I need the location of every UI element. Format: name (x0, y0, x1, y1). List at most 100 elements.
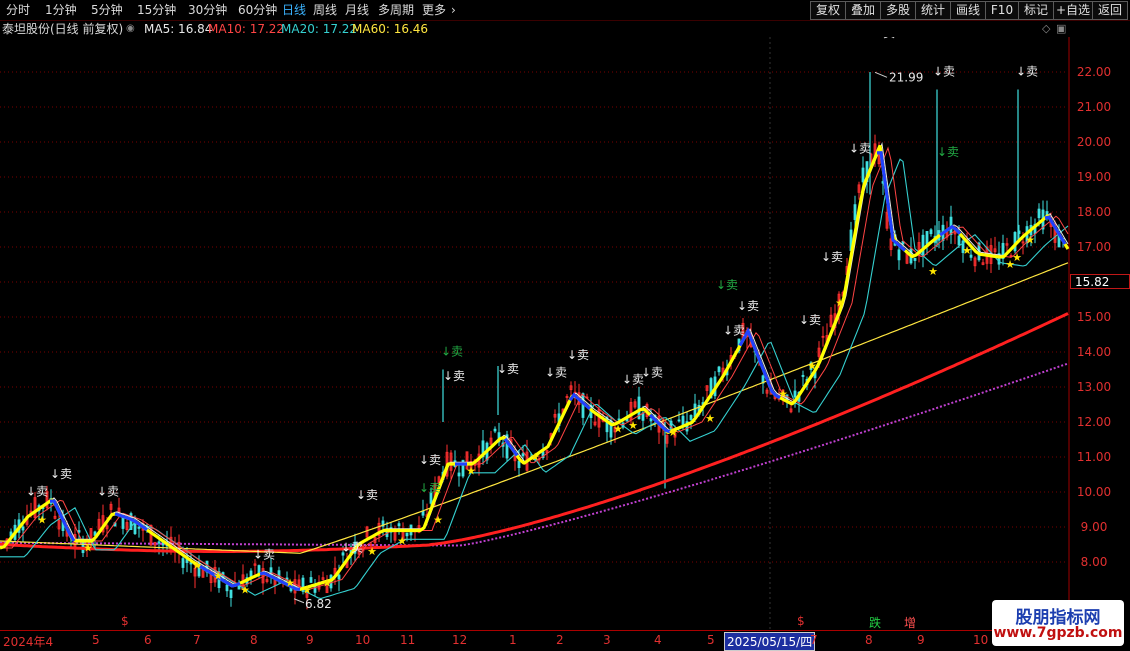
buy-signal-star: ★ (835, 297, 845, 310)
date-label: 11 (400, 633, 416, 647)
candle-body (225, 584, 229, 592)
buy-signal-star: ★ (705, 412, 715, 425)
kline-chart[interactable]: 22.0021.0020.0019.0018.0017.0016.0015.00… (0, 26, 1130, 650)
buy-signal-star: ★ (1012, 251, 1022, 264)
candle-body (21, 526, 25, 531)
kline-svg: 22.0021.0020.0019.0018.0017.0016.0015.00… (0, 26, 1111, 630)
date-axis: 2024年4 5 6 7 8 9 10 11 12 1 2 3 4 5 2025… (0, 630, 1070, 651)
tab-1min[interactable]: 1分钟 (45, 2, 77, 18)
tab-60min[interactable]: 60分钟 (238, 2, 277, 18)
candle-body (1013, 232, 1017, 252)
date-label: 3 (603, 633, 611, 647)
tab-monthly[interactable]: 月线 (345, 2, 369, 18)
candle-body (921, 234, 925, 257)
date-label: 1 (509, 633, 517, 647)
candle-body (137, 526, 141, 529)
candle-body (517, 460, 521, 469)
price-axis-label: 22.00 (1077, 65, 1111, 79)
date-label: 5 (707, 633, 715, 647)
candle-body (157, 541, 161, 544)
candle-body (581, 393, 585, 418)
price-axis-label: 10.00 (1077, 485, 1111, 499)
tab-more[interactable]: 更多 (422, 2, 446, 18)
trend-down-line (876, 151, 907, 252)
ma60-line (0, 262, 1069, 554)
stock-title: 泰坦股份(日线 前复权) (2, 22, 124, 36)
candle-body (181, 558, 185, 568)
candle-body (457, 472, 461, 477)
price-axis-label: 8.00 (1081, 555, 1108, 569)
buy-signal-star: ★ (397, 535, 407, 548)
candle-body (693, 403, 697, 418)
date-label: 8 (250, 633, 258, 647)
high-price-label: 21.99 (889, 70, 923, 84)
candle-body (717, 366, 721, 373)
sell-signal-label: ↓卖 (50, 467, 72, 481)
ma20-label: MA20: 17.22 (281, 22, 358, 36)
sell-signal-label: ↓卖 (799, 313, 821, 327)
dropdown-icon[interactable]: ◉ (126, 21, 135, 37)
buy-signal-star: ★ (433, 514, 443, 527)
date-label: 2024年4 (3, 635, 54, 649)
price-axis-label: 17.00 (1077, 240, 1111, 254)
buy-signal-star: ★ (37, 514, 47, 527)
sell-signal-label: ↓卖 (737, 299, 759, 313)
settings-box-icon[interactable]: ▣ (1056, 21, 1066, 37)
trend-down-line (738, 327, 781, 400)
sell-signal-label: ↓卖 (933, 65, 955, 79)
candle-body (801, 374, 805, 377)
sell-signal-label: ↓卖 (341, 541, 363, 555)
event-down-marker[interactable]: 跌 (869, 614, 881, 631)
period-toolbar: 分时 1分钟 5分钟 15分钟 30分钟 60分钟 日线 周线 月线 多周期 更… (0, 0, 1130, 21)
multi-stock-button[interactable]: 多股 (880, 1, 916, 20)
dividend-marker[interactable]: $ (797, 614, 805, 628)
price-axis-label: 14.00 (1077, 345, 1111, 359)
draw-line-button[interactable]: 画线 (950, 1, 986, 20)
diamond-icon[interactable]: ◇ (1042, 21, 1050, 37)
f10-button[interactable]: F10 (985, 1, 1019, 20)
ma5-label: MA5: 16.84 (144, 22, 213, 36)
tab-multi-period[interactable]: 多周期 (378, 2, 414, 18)
tab-daily[interactable]: 日线 (282, 2, 306, 18)
event-add-marker[interactable]: 增 (904, 614, 916, 631)
tab-30min[interactable]: 30分钟 (188, 2, 227, 18)
chevron-right-icon[interactable]: › (451, 2, 456, 18)
buy-signal-star: ★ (778, 388, 788, 401)
candle-body (913, 257, 917, 261)
candle-body (925, 231, 929, 245)
buy-signal-star: ★ (285, 577, 295, 590)
date-label: 9 (917, 633, 925, 647)
date-label: 10 (355, 633, 371, 647)
trend-down-line (50, 499, 76, 542)
add-favorite-button[interactable]: +自选 (1053, 1, 1093, 20)
buy-signal-star: ★ (962, 244, 972, 257)
candle-body (77, 530, 81, 533)
price-axis-label: 12.00 (1077, 415, 1111, 429)
restore-rights-button[interactable]: 复权 (810, 1, 846, 20)
buy-signal-star: ★ (928, 265, 938, 278)
candle-body (897, 249, 901, 261)
back-button[interactable]: 返回 (1092, 1, 1128, 20)
candle-body (929, 229, 933, 235)
sell-signal-label: ↓卖 (641, 366, 663, 380)
tab-weekly[interactable]: 周线 (313, 2, 337, 18)
candle-body (121, 517, 125, 529)
date-label: 7 (810, 633, 818, 647)
candle-body (229, 589, 233, 599)
overlay-button[interactable]: 叠加 (845, 1, 881, 20)
statistics-button[interactable]: 统计 (915, 1, 951, 20)
buy-signal-star: ★ (466, 465, 476, 478)
candle-body (649, 418, 653, 422)
sell-signal-label: ↓卖 (497, 362, 519, 376)
price-axis-label: 21.00 (1077, 100, 1111, 114)
mark-button[interactable]: 标记 (1018, 1, 1054, 20)
tab-5min[interactable]: 5分钟 (91, 2, 123, 18)
candle-body (853, 204, 857, 221)
candle-body (689, 415, 693, 420)
sell-signal-label: ↓卖 (253, 548, 275, 562)
sell-signal-label-faded: ↓卖 (716, 278, 738, 292)
tab-realtime[interactable]: 分时 (6, 2, 30, 18)
tab-15min[interactable]: 15分钟 (137, 2, 176, 18)
dividend-marker[interactable]: $ (121, 614, 129, 628)
buy-signal-star: ★ (807, 360, 817, 373)
